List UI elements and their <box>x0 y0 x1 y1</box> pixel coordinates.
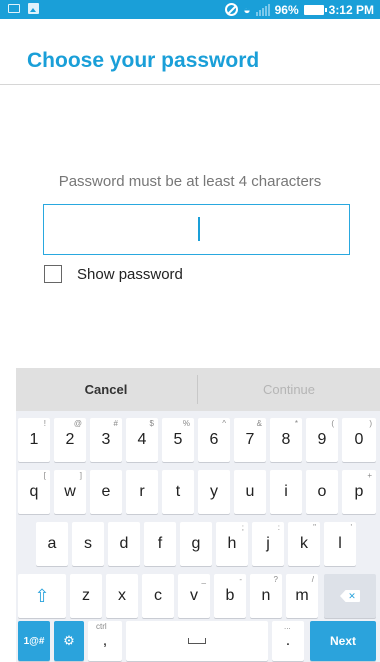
key-6[interactable]: 6 ^ <box>198 418 230 462</box>
key-z[interactable]: z <box>70 574 102 618</box>
key-4[interactable]: 4 $ <box>126 418 158 462</box>
clock: 3:12 PM <box>328 2 374 17</box>
image-icon <box>28 3 39 14</box>
key-k[interactable]: k " <box>288 522 320 566</box>
signal-icon <box>255 3 270 16</box>
action-bar: Cancel Continue <box>16 368 380 411</box>
symbols-key[interactable]: 1@# <box>18 621 50 661</box>
key-s[interactable]: s <box>72 522 104 566</box>
page-title: Choose your password <box>27 49 260 72</box>
key-y[interactable]: y <box>198 470 230 514</box>
key-f[interactable]: f <box>144 522 176 566</box>
next-key[interactable]: Next <box>310 621 376 661</box>
battery-icon <box>303 4 327 15</box>
key-c[interactable]: c <box>142 574 174 618</box>
battery-percent: 96% <box>274 2 299 17</box>
backspace-icon: ✕ <box>340 590 360 602</box>
key-d[interactable]: d <box>108 522 140 566</box>
show-password-checkbox[interactable] <box>44 265 62 283</box>
gear-icon: ⚙ <box>63 633 75 648</box>
key-3[interactable]: 3 # <box>90 418 122 462</box>
status-bar: ◒ 96% 3:12 PM <box>0 0 380 19</box>
key-9[interactable]: 9( <box>306 418 338 462</box>
key-m[interactable]: m / <box>286 574 318 618</box>
space-key[interactable] <box>126 621 268 661</box>
key-b[interactable]: b- <box>214 574 246 618</box>
show-password-label[interactable]: Show password <box>77 266 183 283</box>
password-input[interactable] <box>43 204 350 255</box>
key-h[interactable]: h; <box>216 522 248 566</box>
key-o[interactable]: o <box>306 470 338 514</box>
key-p[interactable]: p + <box>342 470 376 514</box>
key-w[interactable]: w] <box>54 470 86 514</box>
key-x[interactable]: x <box>106 574 138 618</box>
key-2[interactable]: 2 @ <box>54 418 86 462</box>
do-not-disturb-icon <box>225 3 239 16</box>
key-q[interactable]: q[ <box>18 470 50 514</box>
continue-button[interactable]: Continue <box>198 368 380 411</box>
key-u[interactable]: u <box>234 470 266 514</box>
key-l[interactable]: l ' <box>324 522 356 566</box>
key-i[interactable]: i <box>270 470 302 514</box>
cancel-button[interactable]: Cancel <box>16 368 196 411</box>
key-e[interactable]: e <box>90 470 122 514</box>
key-0[interactable]: 0) <box>342 418 376 462</box>
header: Choose your password <box>0 19 380 85</box>
key-j[interactable]: j: <box>252 522 284 566</box>
key-1[interactable]: 1! <box>18 418 50 462</box>
wifi-icon: ◒ <box>243 2 251 17</box>
space-icon <box>188 638 206 644</box>
comma-key[interactable]: , ctrl <box>88 621 122 661</box>
key-a[interactable]: a <box>36 522 68 566</box>
key-r[interactable]: r <box>126 470 158 514</box>
settings-key[interactable]: ⚙ <box>54 621 84 661</box>
period-key[interactable]: .... <box>272 621 304 661</box>
shift-key[interactable]: ⇧ <box>18 574 66 618</box>
key-7[interactable]: 7 & <box>234 418 266 462</box>
key-v[interactable]: v _ <box>178 574 210 618</box>
shift-icon: ⇧ <box>34 585 50 606</box>
keyboard-icon <box>8 4 20 13</box>
key-g[interactable]: g <box>180 522 212 566</box>
text-cursor <box>198 217 200 241</box>
soft-keyboard: 1! 2 @ 3 # 4 $ 5% 6 ^ 7 & 8 * 9( 0) q[ w] e r … <box>16 411 380 662</box>
key-t[interactable]: t <box>162 470 194 514</box>
password-hint: Password must be at least 4 characters <box>58 173 322 190</box>
key-8[interactable]: 8 * <box>270 418 302 462</box>
key-5[interactable]: 5% <box>162 418 194 462</box>
backspace-key[interactable]: ✕ <box>324 574 376 618</box>
key-n[interactable]: n? <box>250 574 282 618</box>
